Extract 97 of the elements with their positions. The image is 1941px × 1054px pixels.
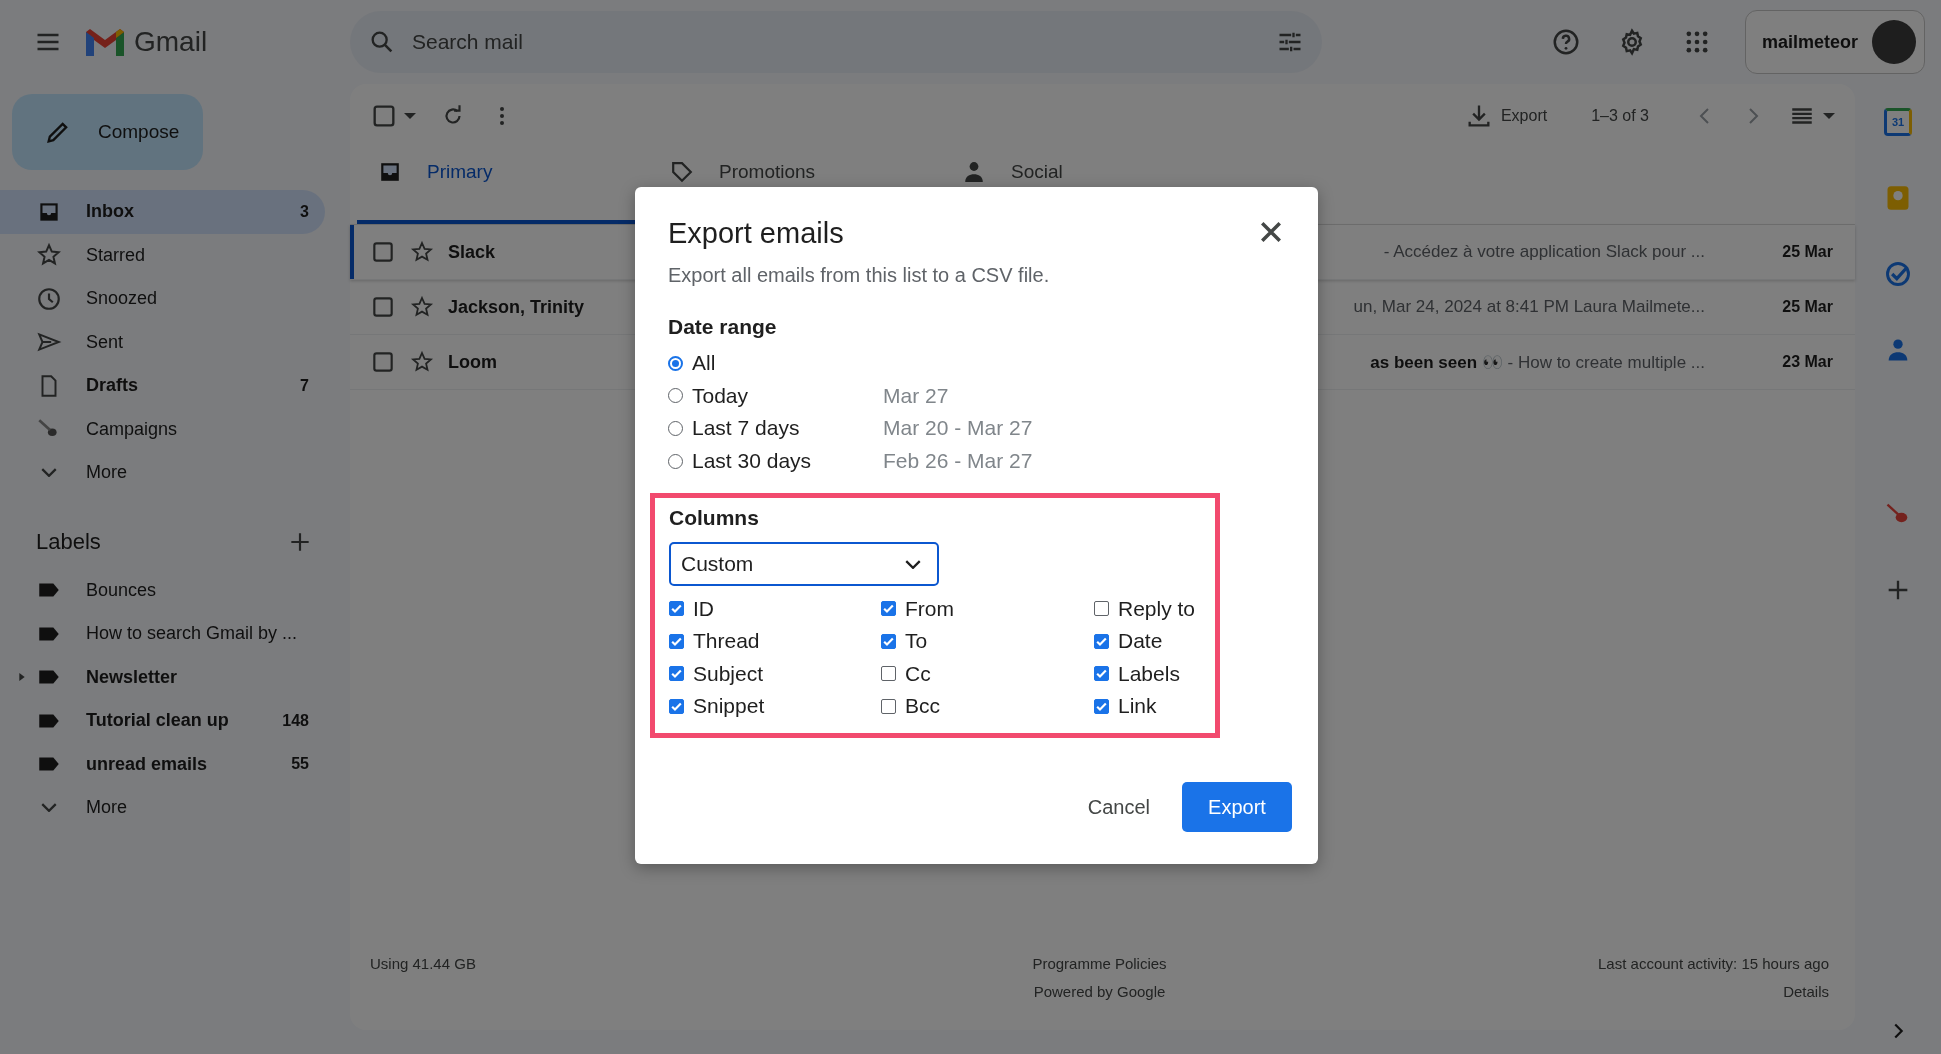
radio-option[interactable]: Last 30 days — [668, 449, 883, 474]
checkbox[interactable] — [669, 633, 684, 649]
export-button[interactable]: Export — [1464, 102, 1548, 130]
caret-icon — [404, 113, 416, 119]
star-icon[interactable] — [410, 295, 434, 319]
people-icon — [963, 161, 985, 183]
checkbox-option[interactable]: Labels — [1094, 661, 1201, 686]
policies-link[interactable]: Programme Policies — [1032, 950, 1167, 978]
inbox-tab[interactable]: Social — [941, 148, 1226, 224]
cancel-button[interactable]: Cancel — [1081, 794, 1156, 820]
email-sender: Loom — [448, 351, 497, 373]
date-range-text: Feb 26 - Mar 27 — [883, 449, 1034, 474]
checkbox[interactable] — [669, 601, 684, 617]
checkbox-option[interactable]: Link — [1094, 694, 1201, 719]
checkbox[interactable] — [1094, 633, 1109, 649]
nav-item[interactable]: Campaigns — [0, 407, 325, 451]
details-link[interactable]: Details — [1783, 978, 1829, 1006]
columns-dropdown[interactable]: Custom — [669, 542, 939, 587]
label-item[interactable]: unread emails 55 — [0, 742, 325, 786]
checkbox[interactable] — [1094, 698, 1109, 714]
label-item[interactable]: Newsletter — [0, 655, 325, 699]
checkbox-option[interactable]: Bcc — [881, 694, 1094, 719]
dialog-title: Export emails — [668, 217, 844, 250]
avatar — [1872, 20, 1916, 64]
account-button[interactable]: mailmeteor — [1744, 10, 1925, 74]
section-heading: Date range — [668, 315, 778, 339]
inbox-icon — [379, 161, 401, 183]
app-name: Gmail — [134, 26, 208, 58]
checkmark-circle-icon[interactable] — [1884, 260, 1912, 288]
checkbox[interactable] — [669, 698, 684, 714]
checkbox[interactable] — [881, 698, 896, 714]
powered-by-text: Powered by Google — [1033, 982, 1166, 1002]
checkbox[interactable] — [881, 666, 896, 682]
nav-item[interactable]: Snoozed — [0, 277, 325, 321]
email-date: 25 Mar — [1781, 298, 1833, 316]
star-icon[interactable] — [410, 240, 434, 264]
checkbox-option[interactable]: From — [881, 596, 1094, 621]
checkbox[interactable] — [881, 633, 896, 649]
nav-item[interactable]: Drafts 7 — [0, 364, 325, 408]
checkbox-option[interactable]: Date — [1094, 629, 1201, 654]
radio-option[interactable]: Last 7 days — [668, 416, 883, 441]
calendar-button[interactable]: 31 — [1884, 108, 1912, 136]
checkbox-icon[interactable] — [370, 349, 396, 375]
more-button[interactable]: More — [0, 451, 325, 495]
item-count: 148 — [282, 711, 309, 730]
chevron-down-icon — [41, 803, 57, 813]
nav-item[interactable]: Inbox 3 — [0, 190, 325, 234]
checkbox-icon[interactable] — [370, 294, 396, 320]
checkbox-option[interactable]: ID — [669, 596, 881, 621]
item-count: 55 — [291, 755, 309, 774]
checkbox[interactable] — [881, 601, 896, 617]
compose-button[interactable]: Compose — [12, 94, 203, 170]
checkbox-option[interactable]: Cc — [881, 661, 1094, 686]
account-activity-text: Last account activity: 15 hours ago — [1598, 954, 1829, 974]
checkbox-icon[interactable] — [370, 239, 396, 265]
gmail-logo-icon — [84, 26, 126, 58]
item-count: 7 — [300, 376, 309, 395]
chevron-down-icon — [905, 559, 921, 569]
radio-option[interactable]: All — [668, 351, 883, 376]
clock-icon — [36, 285, 62, 312]
chevron-down-icon — [41, 468, 57, 478]
email-sender: Slack — [448, 241, 496, 263]
checkbox[interactable] — [669, 666, 684, 682]
nav-item[interactable]: Sent — [0, 320, 325, 364]
email-date: 25 Mar — [1781, 243, 1833, 261]
tag-icon — [671, 161, 693, 183]
dialog-description: Export all emails from this list to a CSV file. — [668, 264, 1051, 287]
search-input[interactable]: Search mail — [410, 29, 1262, 55]
email-snippet: - Accédez à votre application Slack pour ... — [1383, 242, 1705, 262]
export-button[interactable]: Export — [1182, 782, 1292, 832]
date-range-text: Mar 20 - Mar 27 — [883, 416, 1034, 441]
star-icon[interactable] — [410, 350, 434, 374]
storage-usage: Using 41.44 GB — [370, 954, 477, 974]
checkbox-option[interactable]: Thread — [669, 629, 881, 654]
checkbox-option[interactable]: Subject — [669, 661, 881, 686]
radio-option[interactable]: Today — [668, 383, 883, 408]
email-sender: Jackson, Trinity — [448, 296, 585, 318]
checkbox-option[interactable]: Reply to — [1094, 596, 1201, 621]
pagination-text: 1–3 of 3 — [1591, 107, 1649, 125]
checkbox-option[interactable]: To — [881, 629, 1094, 654]
checkbox-option[interactable]: Snippet — [669, 694, 881, 719]
email-snippet: un, Mar 24, 2024 at 8:41 PM Laura Mailmete... — [1353, 297, 1705, 317]
label-item[interactable]: Bounces — [0, 568, 325, 612]
checkbox[interactable] — [1094, 666, 1109, 682]
email-snippet: as been seen 👀 - How to create multiple ... — [1370, 351, 1705, 373]
caret-icon — [1823, 113, 1835, 119]
label-item[interactable]: How to search Gmail by ... — [0, 612, 325, 656]
date-range-text: Mar 27 — [883, 383, 950, 408]
radio-button[interactable] — [668, 355, 683, 371]
item-count: 3 — [300, 202, 309, 221]
email-date: 23 Mar — [1781, 353, 1833, 371]
labels-heading: Labels — [36, 528, 101, 555]
label-item[interactable]: Tutorial clean up 148 — [0, 699, 325, 743]
more-button[interactable]: More — [0, 786, 325, 830]
checkbox[interactable] — [1094, 601, 1109, 617]
search-field[interactable]: Search mail — [350, 11, 1322, 73]
section-heading: Columns — [669, 506, 760, 531]
